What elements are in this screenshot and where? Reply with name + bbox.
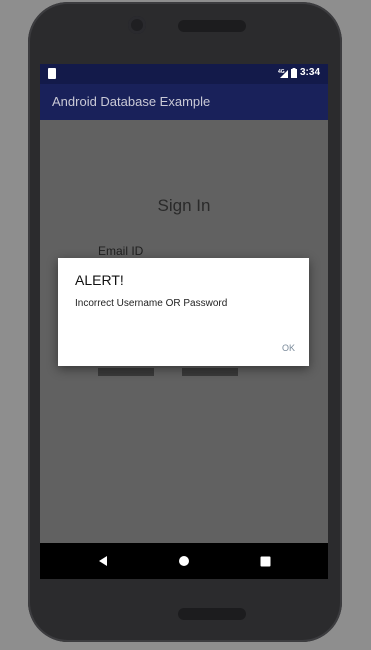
top-speaker [178,20,246,32]
navigation-bar [40,543,328,579]
ok-button[interactable]: OK [282,343,295,353]
signin-title: Sign In [157,196,211,215]
front-camera [128,16,146,34]
status-time: 3:34 [299,67,320,78]
home-icon [179,556,189,566]
device-screen: 4G 3:34 Android Database Example Sign In… [40,64,328,579]
email-label: Email ID [98,244,144,258]
back-button[interactable] [83,543,123,579]
network-label: 4G [278,69,285,75]
dialog-title: ALERT! [75,272,124,288]
bottom-speaker [178,608,246,620]
login-button[interactable] [98,368,154,376]
sd-card-icon [48,68,56,79]
dialog-message: Incorrect Username OR Password [75,298,228,309]
back-icon [99,556,107,566]
recents-icon [260,556,270,566]
app-bar: Android Database Example [40,84,328,120]
home-button[interactable] [164,543,204,579]
status-bar: 4G 3:34 [40,64,328,84]
emulator-stage: 4G 3:34 Android Database Example Sign In… [0,0,371,650]
app-title: Android Database Example [52,94,211,109]
battery-icon [290,67,297,78]
status-icons: 4G 3:34 [278,67,320,78]
alert-dialog: ALERT! Incorrect Username OR Password OK [58,258,309,366]
recents-button[interactable] [245,543,285,579]
register-button[interactable] [182,368,238,376]
network-type-icon: 4G [278,68,288,78]
